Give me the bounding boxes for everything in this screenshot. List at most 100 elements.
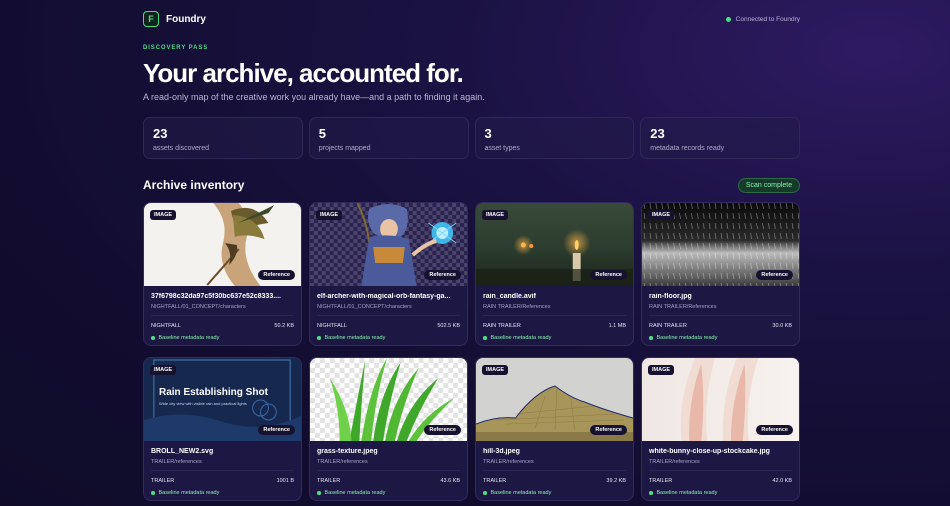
asset-type-tag: IMAGE: [150, 210, 177, 220]
bunny-thumbnail-icon: IMAGE Reference: [642, 358, 799, 441]
project-name: RAIN TRAILER: [483, 323, 521, 329]
reference-badge: Reference: [424, 425, 461, 435]
asset-card[interactable]: Reference grass-texture.jpeg TRAILER/ref…: [309, 357, 468, 501]
asset-type-tag: IMAGE: [150, 365, 177, 375]
file-name: white-bunny-close-up-stockcake.jpg: [649, 448, 770, 455]
metadata-status: Baseline metadata ready: [317, 490, 385, 496]
stat-label: asset types: [484, 145, 520, 152]
file-path: NIGHTFALL/01_CONCEPT/characters: [151, 304, 246, 310]
status-dot-icon: [483, 336, 487, 340]
metadata-status-label: Baseline metadata ready: [324, 490, 386, 496]
metadata-status-label: Baseline metadata ready: [158, 490, 220, 496]
metadata-status: Baseline metadata ready: [483, 490, 551, 496]
stat-value: 3: [484, 126, 492, 141]
thumbnail-title: Rain Establishing Shot: [159, 387, 268, 398]
stat-card-assets: 23 assets discovered: [143, 117, 303, 159]
brand[interactable]: F Foundry: [143, 11, 206, 27]
asset-card[interactable]: Rain Establishing Shot Wide city view wi…: [143, 357, 302, 501]
asset-type-tag: IMAGE: [648, 365, 675, 375]
divider: [317, 470, 460, 471]
metadata-status-label: Baseline metadata ready: [490, 335, 552, 341]
file-path: TRAILER/references: [317, 459, 368, 465]
file-size: 43.6 KB: [440, 478, 460, 484]
file-name: rain_candle.avif: [483, 293, 536, 300]
file-name: rain-floor.jpg: [649, 293, 692, 300]
file-name: elf-archer-with-magical-orb-fantasy-ga..…: [317, 293, 451, 300]
status-dot-icon: [649, 491, 653, 495]
file-size: 1001 B: [276, 478, 294, 484]
file-path: NIGHTFALL/01_CONCEPT/characters: [317, 304, 412, 310]
section-title: Archive inventory: [143, 178, 245, 192]
page-subtitle: A read-only map of the creative work you…: [143, 92, 485, 102]
candle-thumbnail-icon: IMAGE Reference: [476, 203, 633, 286]
reference-badge: Reference: [756, 270, 793, 280]
file-name: 37f6798c32da97c5f30bc637e52c8333....: [151, 293, 281, 300]
file-size: 30.0 KB: [772, 323, 792, 329]
divider: [483, 470, 626, 471]
project-name: TRAILER: [151, 478, 175, 484]
asset-card[interactable]: IMAGE Reference hill-3d.jpeg TRAILER/ref…: [475, 357, 634, 501]
status-dot-icon: [649, 336, 653, 340]
thumbnail-caption: Wide city view with visible rain and pra…: [159, 401, 247, 406]
reference-badge: Reference: [590, 425, 627, 435]
project-name: TRAILER: [317, 478, 341, 484]
file-size: 50.2 KB: [274, 323, 294, 329]
divider: [649, 470, 792, 471]
asset-type-tag: IMAGE: [482, 365, 509, 375]
reference-badge: Reference: [590, 270, 627, 280]
divider: [317, 315, 460, 316]
file-size: 39.2 KB: [606, 478, 626, 484]
metadata-status: Baseline metadata ready: [649, 490, 717, 496]
archer-thumbnail-icon: IMAGE Reference: [144, 203, 301, 286]
stat-card-asset-types: 3 asset types: [474, 117, 635, 159]
scan-status-badge: Scan complete: [738, 178, 800, 193]
page-title: Your archive, accounted for.: [143, 58, 464, 88]
file-name: grass-texture.jpeg: [317, 448, 378, 455]
metadata-status: Baseline metadata ready: [151, 490, 219, 496]
metadata-status: Baseline metadata ready: [649, 335, 717, 341]
hill-thumbnail-icon: IMAGE Reference: [476, 358, 633, 441]
stat-card-metadata: 23 metadata records ready: [640, 117, 800, 159]
metadata-status: Baseline metadata ready: [317, 335, 385, 341]
stats-row: 23 assets discovered 5 projects mapped 3…: [143, 117, 800, 159]
project-name: TRAILER: [649, 478, 673, 484]
file-path: RAIN TRAILER/References: [483, 304, 551, 310]
file-path: TRAILER/references: [483, 459, 534, 465]
status-dot-icon: [483, 491, 487, 495]
file-size: 502.5 KB: [437, 323, 460, 329]
asset-card[interactable]: IMAGE Reference elf-archer-with-magical-…: [309, 202, 468, 346]
status-dot-icon: [151, 491, 155, 495]
stat-value: 5: [318, 126, 326, 141]
reference-badge: Reference: [258, 270, 295, 280]
elf-thumbnail-icon: IMAGE Reference: [310, 203, 467, 286]
file-size: 42.0 KB: [772, 478, 792, 484]
asset-type-tag: IMAGE: [316, 210, 343, 220]
file-path: RAIN TRAILER/References: [649, 304, 717, 310]
asset-card[interactable]: IMAGE Reference rain_candle.avif RAIN TR…: [475, 202, 634, 346]
asset-type-tag: IMAGE: [648, 210, 675, 220]
app-name: Foundry: [166, 13, 206, 25]
asset-type-tag: IMAGE: [482, 210, 509, 220]
metadata-status-label: Baseline metadata ready: [656, 490, 718, 496]
metadata-status-label: Baseline metadata ready: [490, 490, 552, 496]
connection-status: Connected to Foundry: [725, 15, 800, 23]
status-dot-icon: [725, 16, 731, 22]
asset-card[interactable]: IMAGE Reference 37f6798c32da97c5f30bc637…: [143, 202, 302, 346]
stat-value: 23: [153, 126, 168, 141]
metadata-status-label: Baseline metadata ready: [324, 335, 386, 341]
asset-grid: IMAGE Reference 37f6798c32da97c5f30bc637…: [143, 202, 800, 501]
reference-badge: Reference: [756, 425, 793, 435]
svg-thumbnail-icon: Rain Establishing Shot Wide city view wi…: [144, 358, 301, 441]
connection-label: Connected to Foundry: [735, 15, 800, 23]
file-path: TRAILER/references: [151, 459, 202, 465]
asset-card[interactable]: IMAGE Reference rain-floor.jpg RAIN TRAI…: [641, 202, 800, 346]
grass-thumbnail-icon: Reference: [310, 358, 467, 441]
status-dot-icon: [317, 491, 321, 495]
stat-label: assets discovered: [153, 145, 210, 152]
divider: [151, 315, 294, 316]
status-dot-icon: [317, 336, 321, 340]
file-name: hill-3d.jpeg: [483, 448, 520, 455]
project-name: TRAILER: [483, 478, 507, 484]
metadata-status: Baseline metadata ready: [483, 335, 551, 341]
asset-card[interactable]: IMAGE Reference white-bunny-close-up-sto…: [641, 357, 800, 501]
